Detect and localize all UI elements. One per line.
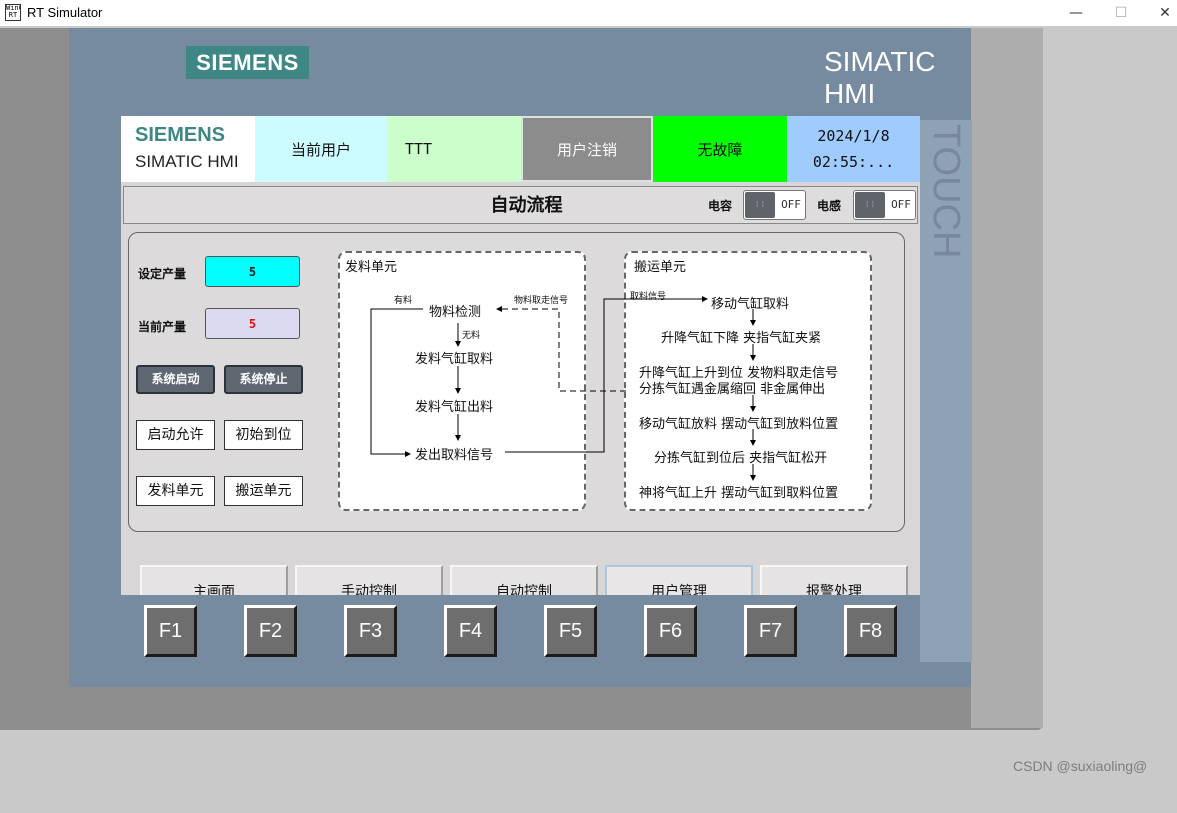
- feed-pick-step: 发料气缸取料: [415, 352, 494, 367]
- time-text: 02:55:...: [812, 153, 895, 171]
- app-icon: WinCC RT: [5, 4, 21, 21]
- inductive-switch-state: OFF: [891, 198, 911, 211]
- header-logo: SIEMENS SIMATIC HMI: [121, 116, 255, 182]
- capacitive-sensor-switch[interactable]: ⁞ ⁞ OFF: [743, 190, 806, 220]
- close-button[interactable]: ✕: [1142, 0, 1177, 26]
- pick-signal-label: 取料信号: [630, 292, 667, 302]
- nav-manual-control-button[interactable]: 手动控制: [295, 565, 443, 595]
- maximize-button[interactable]: ☐: [1098, 0, 1144, 26]
- window-title: RT Simulator: [27, 5, 103, 20]
- siemens-logo: SIEMENS: [186, 46, 309, 79]
- function-key-f7[interactable]: F7: [744, 605, 797, 657]
- function-key-f2[interactable]: F2: [244, 605, 297, 657]
- simatic-hmi-label: SIMATIC HMI: [824, 46, 936, 109]
- screen-title-bar: 自动流程 电容 ⁞ ⁞ OFF 电感 ⁞ ⁞ OFF: [123, 186, 918, 224]
- current-user-label: 当前用户: [255, 116, 387, 182]
- minimize-button[interactable]: —: [1053, 0, 1099, 26]
- nav-auto-control-button[interactable]: 自动控制: [450, 565, 598, 595]
- function-key-f8[interactable]: F8: [844, 605, 897, 657]
- nav-user-management-button[interactable]: 用户管理: [605, 565, 753, 595]
- logout-button[interactable]: 用户注销: [521, 116, 653, 182]
- has-material-label: 有料: [394, 296, 413, 306]
- function-key-f3[interactable]: F3: [344, 605, 397, 657]
- date-text: 2024/1/8: [817, 127, 890, 145]
- fault-status-indicator: 无故障: [653, 116, 787, 182]
- inductive-sensor-label: 电感: [817, 199, 842, 213]
- nav-main-screen-button[interactable]: 主画面: [140, 565, 288, 595]
- switch-knob-icon: ⁞ ⁞: [855, 192, 885, 218]
- auto-process-panel: 设定产量 5 当前产量 5 系统启动 系统停止 启动允许 初始到位 发料单元 搬…: [128, 232, 905, 532]
- material-taken-signal-label: 物料取走信号: [514, 296, 569, 306]
- material-detect-step: 物料检测: [429, 301, 482, 320]
- no-material-label: 无料: [462, 331, 481, 341]
- watermark: CSDN @suxiaoling@: [1013, 758, 1148, 774]
- function-key-f5[interactable]: F5: [544, 605, 597, 657]
- feed-out-step: 发料气缸出料: [415, 400, 494, 415]
- capacitive-sensor-label: 电容: [708, 199, 733, 213]
- switch-knob-icon: ⁞ ⁞: [745, 192, 775, 218]
- nav-alarm-handling-button[interactable]: 报警处理: [760, 565, 908, 595]
- function-key-f4[interactable]: F4: [444, 605, 497, 657]
- hmi-screen: SIEMENS SIMATIC HMI 当前用户 TTT 用户注销 无故障 20…: [121, 116, 920, 595]
- transport-step-7: 神将气缸上升 摆动气缸到取料位置: [639, 486, 839, 501]
- send-pick-signal-step: 发出取料信号: [415, 448, 494, 463]
- transport-step-1: 移动气缸取料: [711, 297, 790, 312]
- device-side-strip: [971, 28, 1043, 728]
- header-logo-siemens: SIEMENS: [135, 124, 226, 146]
- simulator-workspace: SIEMENS SIMATIC HMI TOUCH SIEMENS SIMATI…: [0, 26, 1177, 813]
- capacitive-switch-state: OFF: [781, 198, 801, 211]
- window-titlebar: WinCC RT RT Simulator — ☐ ✕: [0, 0, 1177, 26]
- current-user-value: TTT: [387, 116, 521, 182]
- touch-label: TOUCH: [925, 124, 967, 259]
- transport-step-5: 移动气缸放料 摆动气缸到放料位置: [639, 417, 839, 432]
- transport-step-2: 升降气缸下降 夹指气缸夹紧: [661, 331, 822, 346]
- function-key-f6[interactable]: F6: [644, 605, 697, 657]
- inductive-sensor-switch[interactable]: ⁞ ⁞ OFF: [853, 190, 916, 220]
- screen-navigation: 主画面 手动控制 自动控制 用户管理 报警处理: [121, 563, 920, 595]
- transport-step-6: 分拣气缸到位后 夹指气缸松开: [654, 451, 828, 466]
- header-logo-simatic: SIMATIC HMI: [135, 152, 239, 171]
- function-key-f1[interactable]: F1: [144, 605, 197, 657]
- datetime-display: 2024/1/8 02:55:...: [787, 116, 920, 182]
- transport-step-4: 分拣气缸遇金属缩回 非金属伸出: [639, 382, 826, 397]
